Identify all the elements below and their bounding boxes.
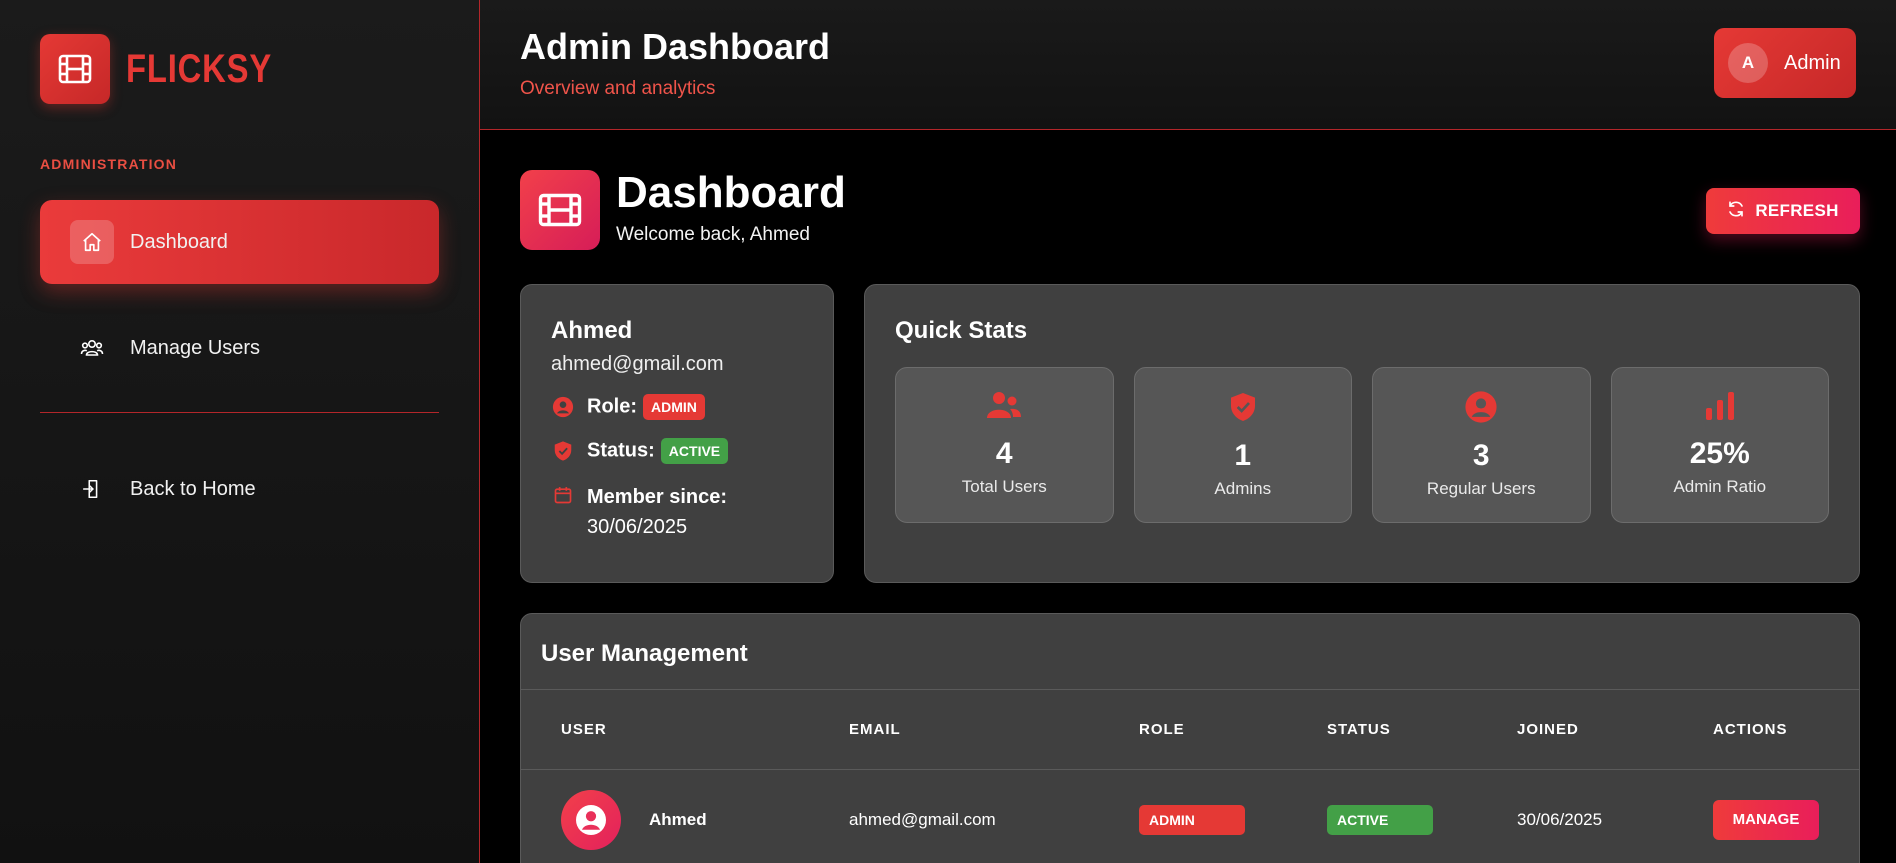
column-header-user: USER bbox=[561, 721, 607, 738]
profile-member-row: Member since: 30/06/2025 bbox=[551, 482, 803, 542]
stat-value: 3 bbox=[1472, 439, 1490, 472]
stat-value: 25% bbox=[1689, 437, 1750, 470]
top-header: Admin Dashboard Overview and analytics A… bbox=[480, 0, 1896, 130]
sidebar: FLICKSY ADMINISTRATION Dashboard Manage … bbox=[0, 0, 480, 863]
profile-email: ahmed@gmail.com bbox=[551, 353, 724, 375]
stat-admins: 1 Admins bbox=[1133, 367, 1352, 523]
refresh-button[interactable]: REFRESH bbox=[1706, 188, 1860, 234]
stats-grid: 4 Total Users 1 Admins 3 Regular Users 2… bbox=[895, 367, 1829, 523]
user-circle-icon bbox=[1464, 390, 1498, 429]
sidebar-nav: Dashboard Manage Users Back to Home bbox=[40, 200, 439, 531]
sidebar-item-label: Back to Home bbox=[130, 477, 256, 500]
shield-check-icon bbox=[551, 439, 575, 463]
avatar: A bbox=[1728, 43, 1768, 83]
stat-label: Admins bbox=[1214, 479, 1272, 498]
stat-label: Admin Ratio bbox=[1673, 477, 1767, 496]
sidebar-item-manage-users[interactable]: Manage Users bbox=[40, 306, 439, 390]
profile-role-row: Role: ADMIN bbox=[551, 394, 803, 420]
admin-profile-button[interactable]: A Admin bbox=[1714, 28, 1856, 98]
brand[interactable]: FLICKSY bbox=[40, 34, 439, 104]
welcome-text: Welcome back, Ahmed bbox=[616, 224, 810, 246]
manage-button[interactable]: MANAGE bbox=[1713, 800, 1819, 840]
home-icon bbox=[70, 220, 114, 264]
column-header-status: STATUS bbox=[1327, 721, 1391, 738]
users-icon bbox=[70, 326, 114, 370]
film-icon bbox=[520, 170, 600, 250]
page-title: Admin Dashboard bbox=[520, 26, 831, 67]
sidebar-divider bbox=[40, 412, 439, 413]
bar-chart-icon bbox=[1704, 390, 1736, 427]
joined-date: 30/06/2025 bbox=[1517, 810, 1603, 829]
user-management-card: User Management USER EMAIL ROLE STATUS J… bbox=[520, 613, 1860, 863]
column-header-email: EMAIL bbox=[849, 721, 901, 738]
profile-name: Ahmed bbox=[551, 317, 633, 344]
refresh-icon bbox=[1727, 200, 1745, 223]
dashboard-content: Dashboard Welcome back, Ahmed REFRESH Ah… bbox=[480, 130, 1896, 863]
stat-value: 1 bbox=[1234, 439, 1252, 472]
sidebar-item-back-home[interactable]: Back to Home bbox=[40, 447, 439, 531]
status-label: Status: bbox=[587, 439, 655, 462]
user-name: Ahmed bbox=[649, 810, 707, 829]
cards-row: Ahmed ahmed@gmail.com Role: ADMIN Status:… bbox=[520, 284, 1860, 583]
stat-value: 4 bbox=[995, 437, 1013, 470]
user-cell: Ahmed bbox=[521, 790, 849, 850]
sidebar-item-label: Manage Users bbox=[130, 336, 261, 359]
exit-icon bbox=[70, 467, 114, 511]
shield-check-icon bbox=[1227, 390, 1259, 429]
status-badge: ACTIVE bbox=[660, 438, 729, 464]
role-badge: ADMIN bbox=[643, 394, 705, 420]
app-root: FLICKSY ADMINISTRATION Dashboard Manage … bbox=[0, 0, 1896, 863]
table-row: Ahmed ahmed@gmail.com ADMIN ACTIVE 30/06… bbox=[521, 770, 1859, 863]
stat-label: Regular Users bbox=[1426, 479, 1536, 498]
page-subtitle: Overview and analytics bbox=[520, 78, 716, 99]
refresh-label: REFRESH bbox=[1755, 201, 1839, 220]
main-area: Admin Dashboard Overview and analytics A… bbox=[480, 0, 1896, 863]
stat-regular-users: 3 Regular Users bbox=[1372, 367, 1591, 523]
column-header-actions: ACTIONS bbox=[1713, 721, 1788, 738]
stat-total-users: 4 Total Users bbox=[895, 367, 1114, 523]
user-circle-icon bbox=[551, 395, 575, 419]
column-header-role: ROLE bbox=[1139, 721, 1185, 738]
status-cell: ACTIVE bbox=[1327, 805, 1517, 835]
member-label: Member since: bbox=[587, 486, 728, 508]
actions-cell: MANAGE bbox=[1713, 800, 1859, 840]
dashboard-title: Dashboard bbox=[616, 168, 846, 217]
role-badge: ADMIN bbox=[1139, 805, 1245, 835]
member-since-date: 30/06/2025 bbox=[587, 516, 688, 538]
brand-name: FLICKSY bbox=[126, 46, 273, 91]
profile-status-row: Status: ACTIVE bbox=[551, 438, 803, 464]
section-label: ADMINISTRATION bbox=[40, 156, 178, 172]
stat-admin-ratio: 25% Admin Ratio bbox=[1610, 367, 1829, 523]
profile-card: Ahmed ahmed@gmail.com Role: ADMIN Status:… bbox=[520, 284, 834, 583]
quick-stats-card: Quick Stats 4 Total Users 1 Admins 3 Reg… bbox=[864, 284, 1860, 583]
admin-name: Admin bbox=[1784, 51, 1841, 74]
table-header: USER EMAIL ROLE STATUS JOINED ACTIONS bbox=[521, 690, 1859, 770]
calendar-icon bbox=[551, 483, 575, 507]
role-cell: ADMIN bbox=[1139, 805, 1327, 835]
column-header-joined: JOINED bbox=[1517, 721, 1579, 738]
sidebar-item-label: Dashboard bbox=[130, 230, 228, 253]
stat-label: Total Users bbox=[961, 477, 1047, 496]
film-icon bbox=[40, 34, 110, 104]
users-icon bbox=[986, 390, 1022, 427]
role-label: Role: bbox=[587, 395, 637, 418]
dashboard-header: Dashboard Welcome back, Ahmed REFRESH bbox=[520, 168, 1860, 250]
avatar bbox=[561, 790, 621, 850]
user-email: ahmed@gmail.com bbox=[849, 810, 996, 829]
status-badge: ACTIVE bbox=[1327, 805, 1433, 835]
sidebar-item-dashboard[interactable]: Dashboard bbox=[40, 200, 439, 284]
user-management-title: User Management bbox=[521, 614, 1859, 690]
quick-stats-title: Quick Stats bbox=[895, 317, 1028, 344]
